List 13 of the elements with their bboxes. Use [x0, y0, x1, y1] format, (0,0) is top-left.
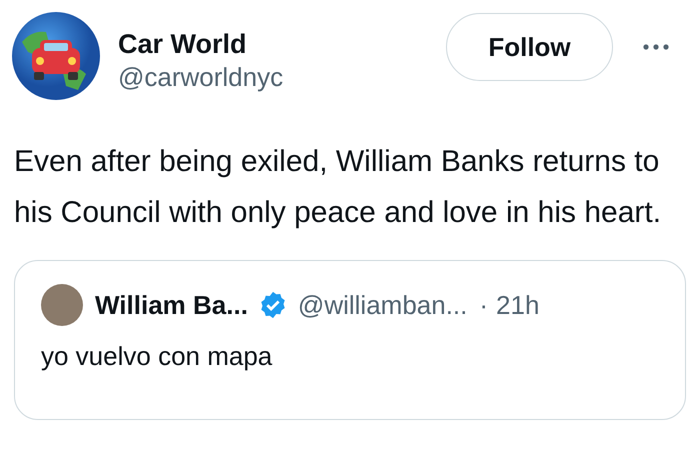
quoted-post-card[interactable]: William Ba... @williamban... · 21h yo vuelvo con mapa: [14, 260, 686, 420]
author-name[interactable]: Car World: [118, 28, 446, 60]
post-text: Even after being exiled, William Banks returns to his Council with only peace and love in his heart.: [14, 144, 662, 231]
globe-car-avatar[interactable]: [12, 12, 100, 100]
more-icon[interactable]: [643, 44, 669, 50]
follow-button[interactable]: Follow: [446, 13, 613, 81]
avatar-placeholder[interactable]: [41, 284, 83, 326]
quoted-author-name[interactable]: William Ba...: [95, 290, 248, 320]
separator-dot: ·: [479, 290, 488, 320]
author-handle[interactable]: @carworldnyc: [118, 60, 446, 94]
quoted-author-handle[interactable]: @williamban...: [298, 290, 468, 320]
quoted-post-text: yo vuelvo con mapa: [41, 341, 274, 372]
post-time[interactable]: 21h: [496, 290, 540, 320]
